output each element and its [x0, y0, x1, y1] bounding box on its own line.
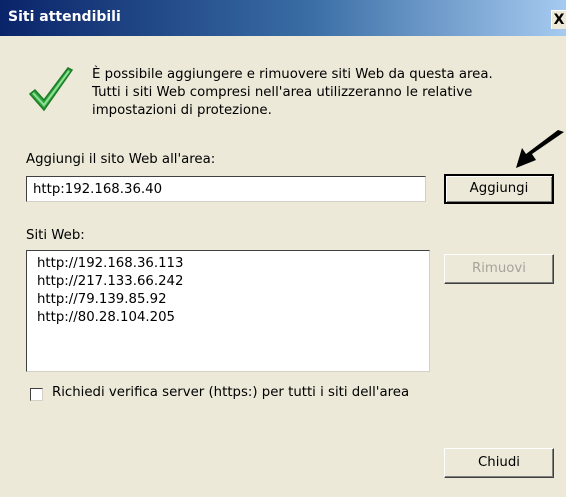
- trusted-sites-dialog: Siti attendibili X È possibile aggiunger…: [0, 0, 566, 497]
- https-verify-label: Richiedi verifica server (https:) per tu…: [52, 385, 410, 400]
- list-item[interactable]: http://80.28.104.205: [37, 309, 429, 327]
- dialog-title: Siti attendibili: [8, 9, 121, 25]
- list-item[interactable]: http://192.168.36.113: [37, 255, 429, 273]
- arrow-icon: [516, 130, 564, 168]
- list-item[interactable]: http://79.139.85.92: [37, 291, 429, 309]
- info-text: È possibile aggiungere e rimuovere siti …: [92, 67, 493, 118]
- list-item[interactable]: http://217.133.66.242: [37, 273, 429, 291]
- sites-listbox[interactable]: http://192.168.36.113 http://217.133.66.…: [26, 250, 430, 372]
- https-verify-checkbox[interactable]: [30, 388, 43, 401]
- title-bar[interactable]: Siti attendibili X: [0, 0, 566, 36]
- close-button[interactable]: X: [551, 10, 566, 29]
- add-site-label: Aggiungi il sito Web all'area:: [26, 152, 216, 167]
- site-url-input[interactable]: [26, 176, 426, 202]
- remove-button[interactable]: Rimuovi: [444, 254, 554, 284]
- checkmark-icon: [28, 67, 74, 112]
- close-dialog-button[interactable]: Chiudi: [444, 448, 554, 478]
- add-button[interactable]: Aggiungi: [444, 174, 554, 204]
- sites-label: Siti Web:: [26, 228, 85, 243]
